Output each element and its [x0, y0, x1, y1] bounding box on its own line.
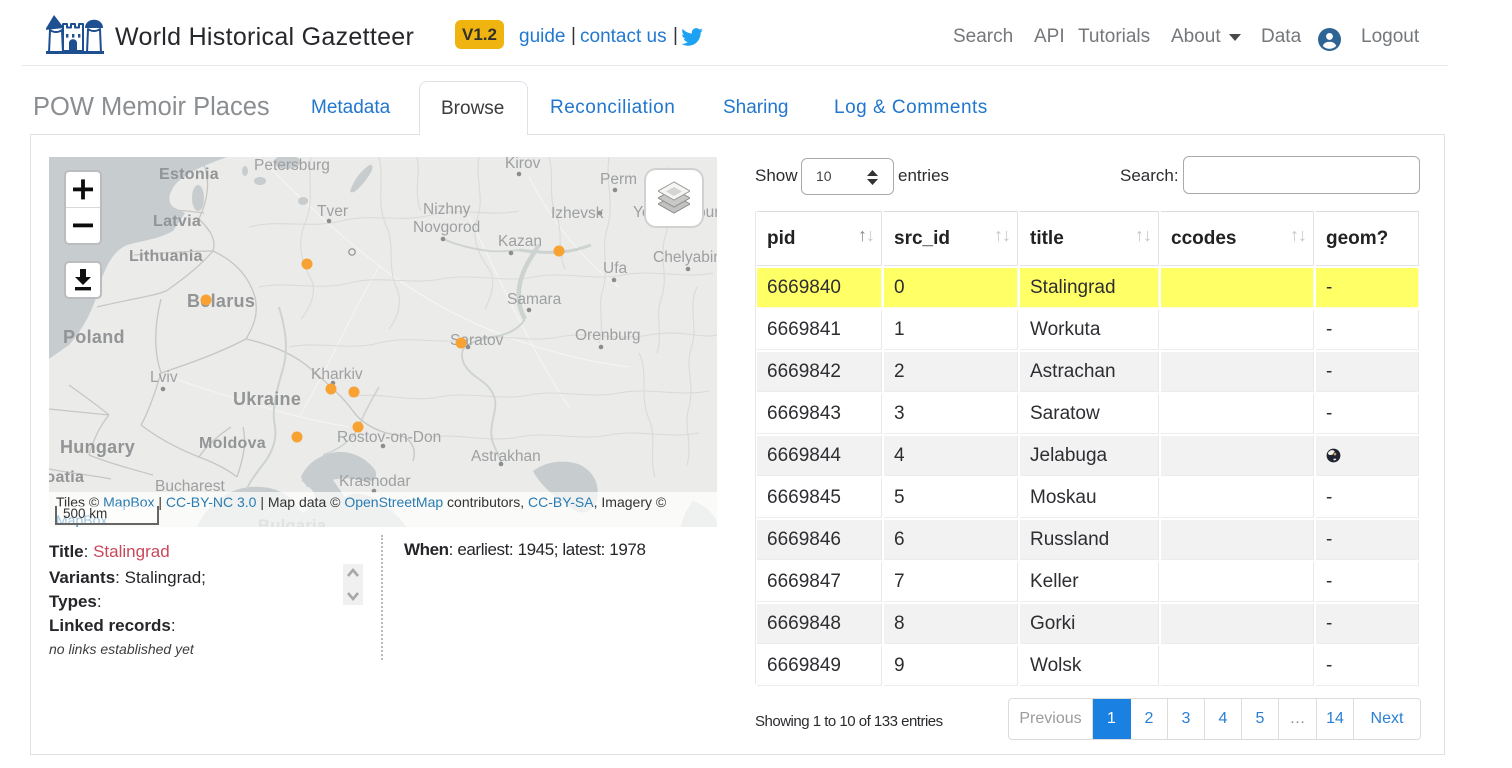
svg-text:Lviv: Lviv — [150, 369, 178, 386]
svg-text:Latvia: Latvia — [153, 213, 201, 230]
svg-text:Samara: Samara — [507, 291, 562, 308]
svg-text:Krasnodar: Krasnodar — [339, 473, 411, 490]
svg-text:Ukraine: Ukraine — [233, 389, 301, 409]
svg-text:Hungary: Hungary — [60, 437, 135, 457]
svg-text:Lithuania: Lithuania — [129, 248, 203, 265]
svg-text:Rostov-on-Don: Rostov-on-Don — [337, 429, 441, 446]
svg-text:Kharkiv: Kharkiv — [311, 366, 363, 383]
svg-text:Poland: Poland — [63, 327, 125, 347]
svg-text:Orenburg: Orenburg — [575, 327, 640, 344]
svg-text:Izhevsk: Izhevsk — [551, 205, 604, 222]
svg-text:Chelyabinsk: Chelyabinsk — [653, 249, 717, 266]
svg-text:Astrakhan: Astrakhan — [471, 448, 541, 465]
svg-text:Belarus: Belarus — [187, 291, 255, 311]
svg-text:Tver: Tver — [317, 203, 348, 220]
svg-text:Novgorod: Novgorod — [413, 219, 480, 236]
svg-text:Petersburg: Petersburg — [254, 157, 330, 174]
svg-text:Ufa: Ufa — [603, 260, 628, 277]
svg-text:Estonia: Estonia — [159, 166, 219, 183]
svg-text:Moldova: Moldova — [199, 435, 266, 452]
svg-text:Kazan: Kazan — [498, 233, 542, 250]
svg-text:Nizhny: Nizhny — [423, 201, 471, 218]
svg-text:Perm: Perm — [600, 171, 637, 188]
svg-text:Kirov: Kirov — [505, 157, 541, 172]
svg-text:Croatia: Croatia — [49, 469, 84, 486]
